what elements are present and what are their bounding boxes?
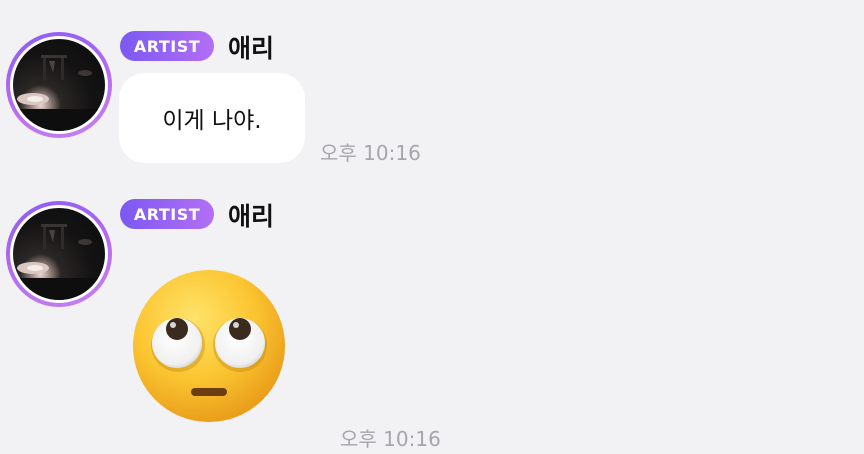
message-bubble[interactable]: 이게 나야. — [119, 73, 305, 163]
sender-name[interactable]: 애리 — [228, 197, 274, 233]
artist-avatar[interactable] — [6, 201, 112, 307]
message-text: 이게 나야. — [162, 108, 262, 134]
rolling-eyes-emoji-icon[interactable] — [130, 267, 288, 429]
avatar-photo — [10, 205, 108, 303]
artist-avatar[interactable] — [6, 32, 112, 138]
artist-badge: ARTIST — [120, 31, 214, 61]
avatar-photo — [10, 36, 108, 134]
sender-name[interactable]: 애리 — [228, 29, 274, 65]
message-timestamp: 오후 10:16 — [340, 427, 441, 451]
artist-badge: ARTIST — [120, 199, 214, 229]
message-timestamp: 오후 10:16 — [320, 141, 421, 165]
